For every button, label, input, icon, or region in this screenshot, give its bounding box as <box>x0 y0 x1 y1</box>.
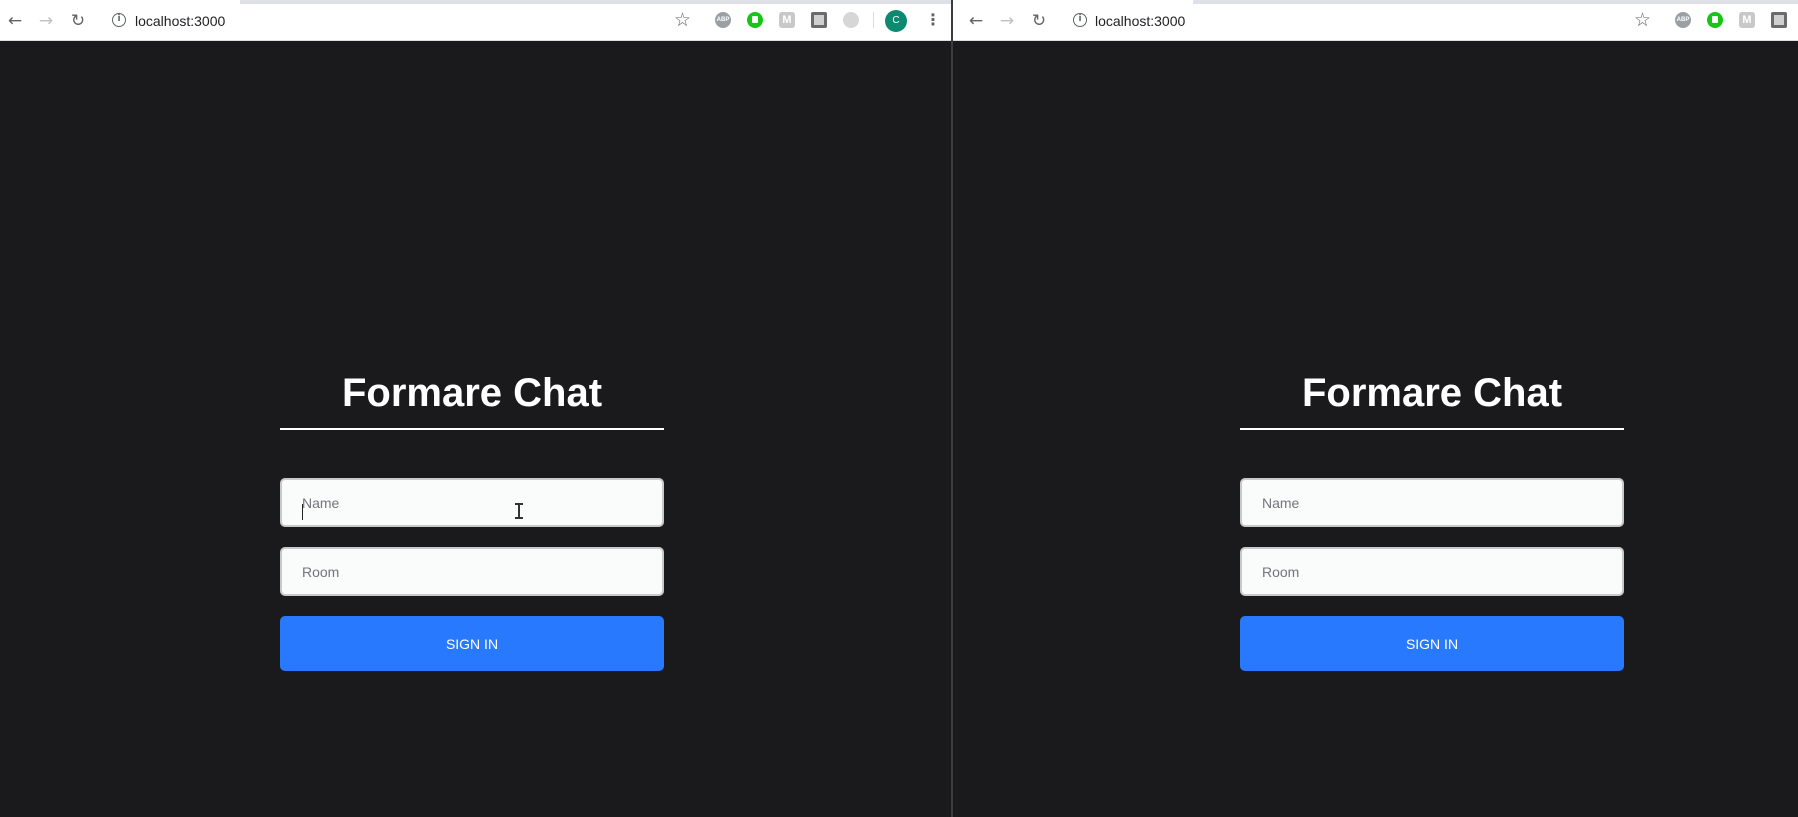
site-info-icon[interactable]: i <box>1073 13 1087 27</box>
room-input[interactable] <box>1240 547 1624 596</box>
address-bar[interactable]: localhost:3000 <box>135 13 225 29</box>
forward-arrow-icon[interactable]: → <box>35 10 57 32</box>
text-cursor-icon <box>515 503 523 519</box>
forward-arrow-icon[interactable]: → <box>996 10 1018 32</box>
browser-window-left: ← → ↻ i localhost:3000 ☆ ABP M C ⋮ Forma… <box>0 0 951 817</box>
abp-icon[interactable]: ABP <box>715 12 731 28</box>
profile-avatar[interactable]: C <box>885 10 907 32</box>
address-bar[interactable]: localhost:3000 <box>1095 13 1185 29</box>
abp-icon[interactable]: ABP <box>1675 12 1691 28</box>
text-caret <box>302 504 303 520</box>
name-input[interactable] <box>1240 478 1624 527</box>
m-icon[interactable]: M <box>779 12 795 28</box>
site-info-icon[interactable]: i <box>112 13 126 27</box>
sign-in-button[interactable]: SIGN IN <box>280 616 664 671</box>
m-icon[interactable]: M <box>1739 12 1755 28</box>
thumbs-up-icon[interactable] <box>1707 12 1723 28</box>
page-title: Formare Chat <box>280 370 664 430</box>
thumbs-up-icon[interactable] <box>747 12 763 28</box>
toolbar-separator <box>873 12 874 28</box>
room-input[interactable] <box>280 547 664 596</box>
page-title: Formare Chat <box>1240 370 1624 430</box>
tab-strip <box>1193 0 1798 4</box>
menu-icon[interactable]: ⋮ <box>925 10 941 30</box>
sign-in-button[interactable]: SIGN IN <box>1240 616 1624 671</box>
grey-extension-icon[interactable] <box>843 12 859 28</box>
browser-window-right: ← → ↻ i localhost:3000 ☆ ABP M Formare C… <box>953 0 1798 817</box>
back-arrow-icon[interactable]: ← <box>4 10 26 32</box>
bookmark-star-icon[interactable]: ☆ <box>1634 9 1651 31</box>
join-form: Formare Chat SIGN IN <box>280 370 664 671</box>
browser-toolbar: ← → ↻ i localhost:3000 ☆ ABP M <box>953 0 1798 41</box>
join-form: Formare Chat SIGN IN <box>1240 370 1624 671</box>
browser-toolbar: ← → ↻ i localhost:3000 ☆ ABP M C ⋮ <box>0 0 951 41</box>
dark-extension-icon[interactable] <box>1771 12 1787 28</box>
back-arrow-icon[interactable]: ← <box>965 10 987 32</box>
tab-strip <box>240 0 951 4</box>
reload-icon[interactable]: ↻ <box>67 10 89 32</box>
bookmark-star-icon[interactable]: ☆ <box>674 9 691 31</box>
dark-extension-icon[interactable] <box>811 12 827 28</box>
reload-icon[interactable]: ↻ <box>1028 10 1050 32</box>
name-input[interactable] <box>280 478 664 527</box>
